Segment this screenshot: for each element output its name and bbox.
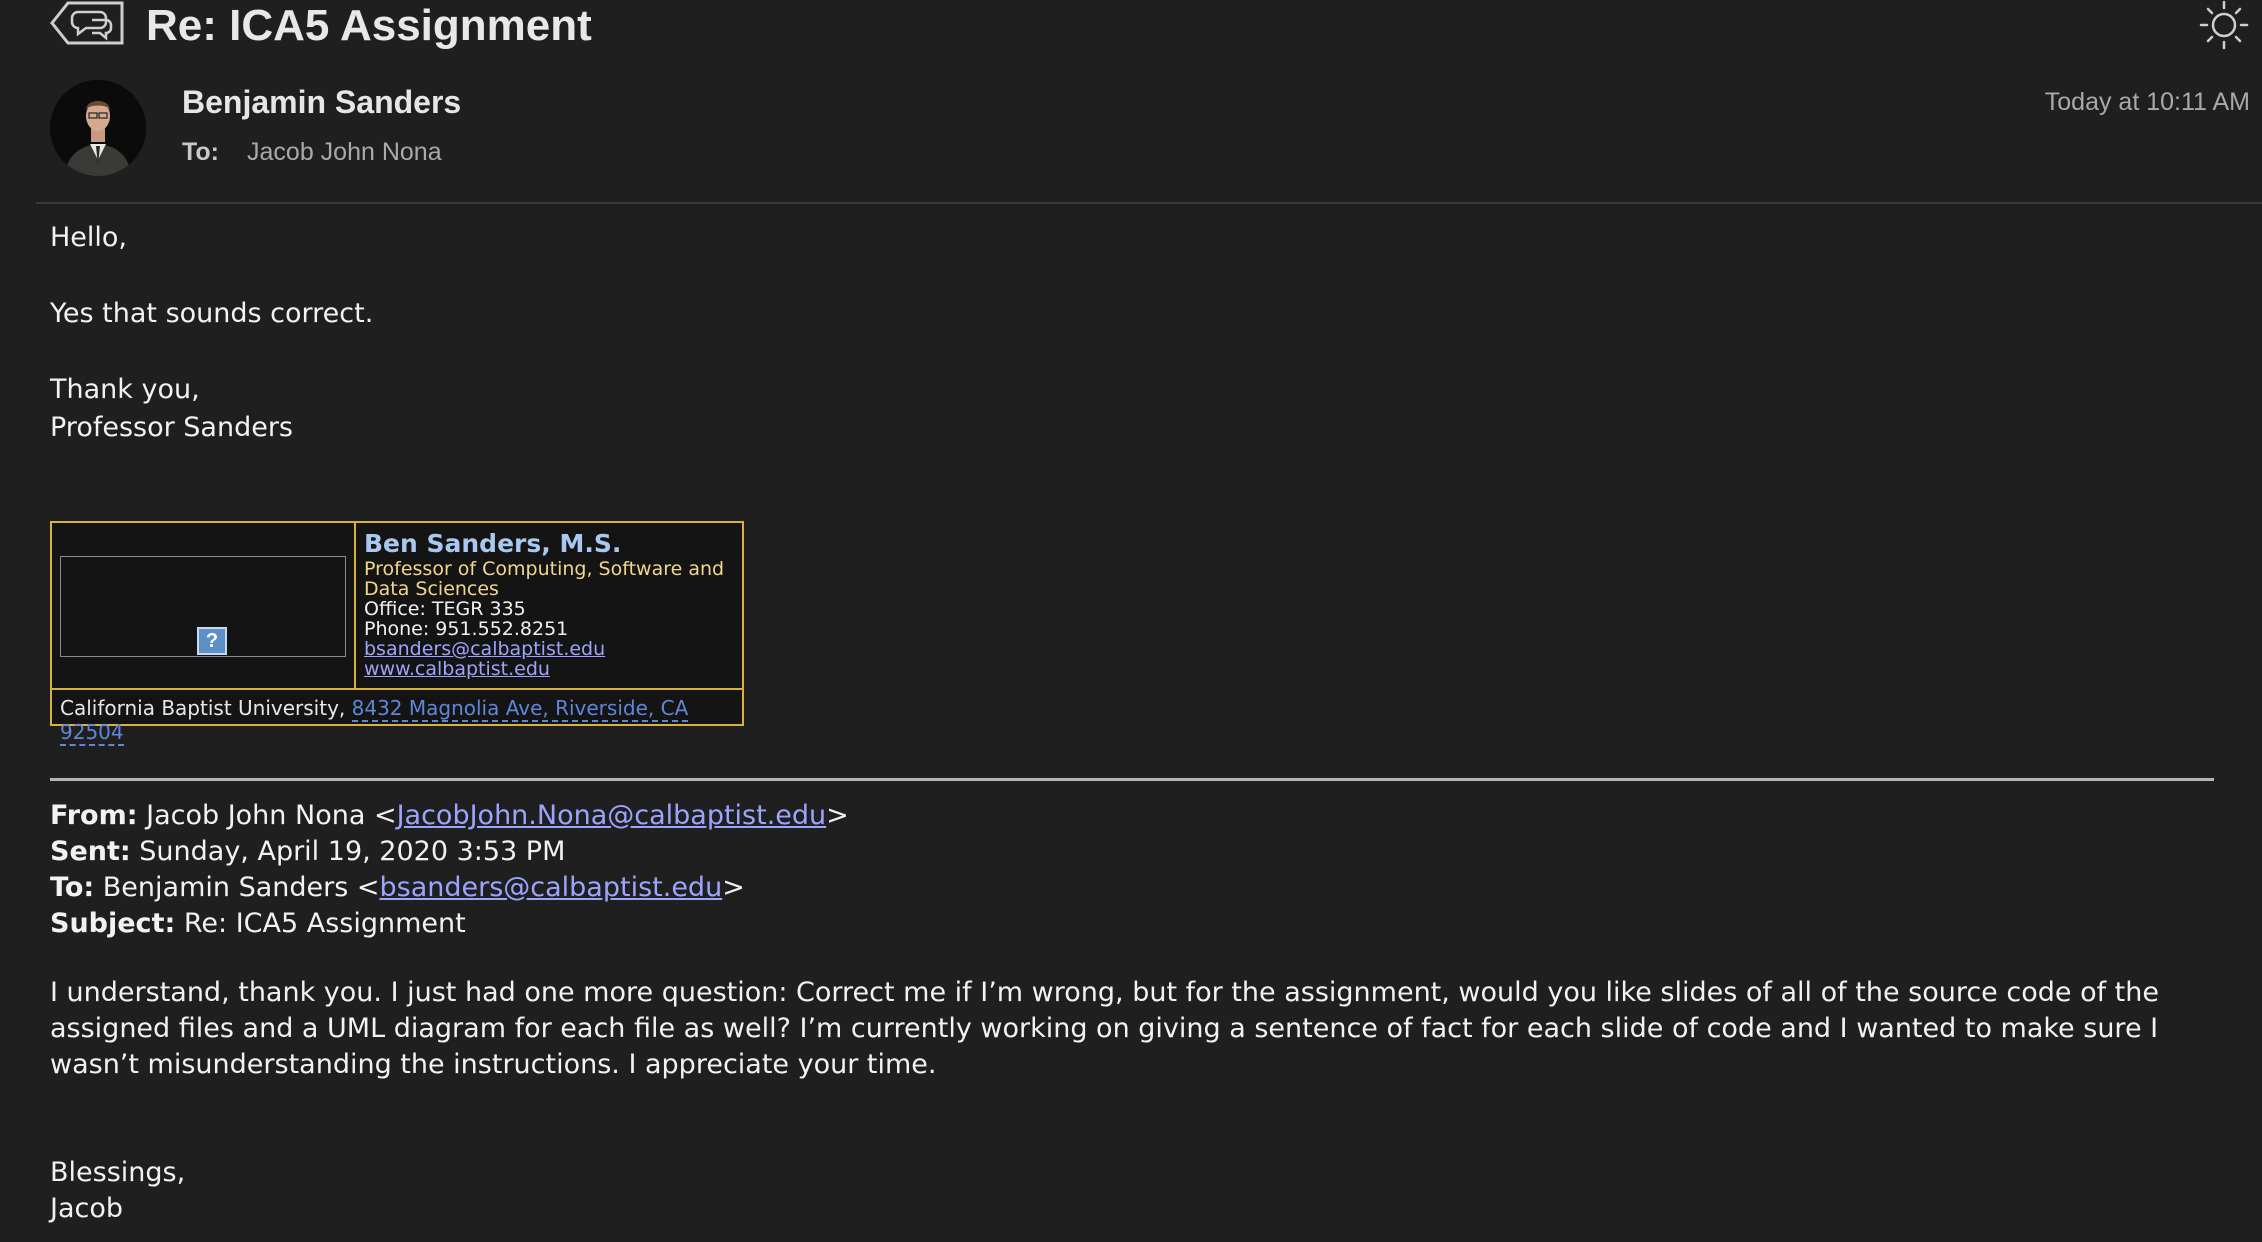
reply-closing: Thank you, <box>50 374 200 405</box>
broken-image-icon: ? <box>197 627 227 655</box>
quoted-sent-row: Sent: Sunday, April 19, 2020 3:53 PM <box>50 834 849 870</box>
quoted-blessing: Blessings, <box>50 1157 186 1188</box>
recipient-row: To: Jacob John Nona <box>182 138 442 167</box>
quoted-subject-label: Subject: <box>50 908 176 939</box>
message-timestamp: Today at 10:11 AM <box>2044 88 2250 116</box>
quoted-to-email-link[interactable]: bsanders@calbaptist.edu <box>380 872 723 903</box>
email-signature: ? Ben Sanders, M.S. Professor of Computi… <box>50 521 744 746</box>
signature-address-row: California Baptist University, 8432 Magn… <box>52 688 742 746</box>
quoted-to-label: To: <box>50 872 95 903</box>
reply-greeting: Hello, <box>50 222 128 253</box>
quoted-to-bracket: > <box>722 872 745 903</box>
signature-email-link[interactable]: bsanders@calbaptist.edu <box>364 639 742 659</box>
signature-image-cell: ? <box>52 523 356 688</box>
quoted-to-name: Benjamin Sanders < <box>102 872 380 903</box>
quoted-from-name: Jacob John Nona < <box>146 800 397 831</box>
brightness-icon[interactable] <box>2196 0 2252 50</box>
quoted-subject-row: Subject: Re: ICA5 Assignment <box>50 906 849 942</box>
quoted-sent-value: Sunday, April 19, 2020 3:53 PM <box>139 836 566 867</box>
recipient-name[interactable]: Jacob John Nona <box>247 138 442 166</box>
avatar <box>50 80 146 176</box>
signature-university: California Baptist University, <box>60 696 346 720</box>
to-label: To: <box>182 138 220 166</box>
quoted-sent-label: Sent: <box>50 836 131 867</box>
quoted-message-body: I understand, thank you. I just had one … <box>50 977 2159 1080</box>
sender-name[interactable]: Benjamin Sanders <box>182 84 461 121</box>
signature-image-frame: ? <box>60 556 346 657</box>
quoted-from-label: From: <box>50 800 138 831</box>
reply-line: Yes that sounds correct. <box>50 298 374 329</box>
quoted-to-row: To: Benjamin Sanders <bsanders@calbaptis… <box>50 870 849 906</box>
signature-title: Professor of Computing, Software and Dat… <box>364 558 725 600</box>
signature-office: Office: TEGR 335 <box>364 598 526 620</box>
quoted-subject-value: Re: ICA5 Assignment <box>183 908 466 939</box>
quoted-header: From: Jacob John Nona <JacobJohn.Nona@ca… <box>50 798 849 942</box>
message-subject: Re: ICA5 Assignment <box>146 1 592 50</box>
signature-name: Ben Sanders, M.S. <box>364 529 622 558</box>
signature-phone: Phone: 951.552.8251 <box>364 618 569 640</box>
quoted-from-row: From: Jacob John Nona <JacobJohn.Nona@ca… <box>50 798 849 834</box>
quoted-signer: Jacob <box>50 1193 124 1224</box>
mail-message-view: Re: ICA5 Assignment Benjamin Sanders To:… <box>0 0 2262 1242</box>
signature-details: Ben Sanders, M.S. Professor of Computing… <box>364 529 742 679</box>
signature-website-link[interactable]: www.calbaptist.edu <box>364 659 742 679</box>
quoted-from-bracket: > <box>826 800 849 831</box>
reply-signoff: Professor Sanders <box>50 412 293 443</box>
avatar-photo <box>50 80 146 176</box>
thread-divider <box>50 778 2214 781</box>
quoted-from-email-link[interactable]: JacobJohn.Nona@calbaptist.edu <box>397 800 827 831</box>
header-divider <box>36 202 2262 204</box>
back-thread-icon[interactable] <box>48 0 126 46</box>
